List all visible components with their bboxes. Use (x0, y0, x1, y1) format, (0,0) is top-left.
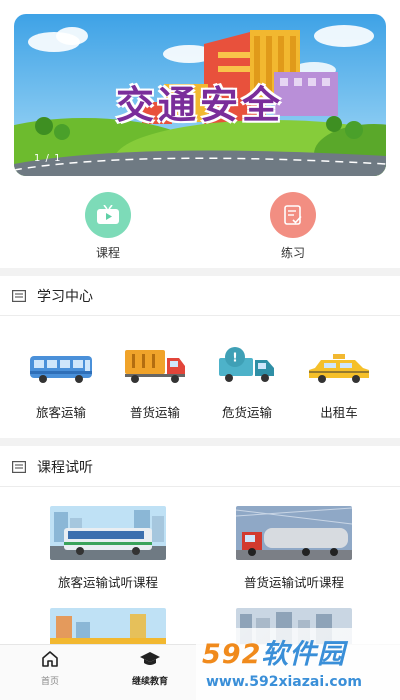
tv-icon (85, 192, 131, 238)
tab-home[interactable]: 首页 (10, 651, 90, 687)
watermark-logo-number: 592 (202, 639, 262, 670)
watermark-logo: 592软件园 (202, 632, 345, 671)
section-title: 课程试听 (37, 459, 93, 476)
course-trial-header: 课程试听 (0, 447, 400, 487)
banner-carousel[interactable]: 交通安全 1 / 1 (14, 14, 386, 176)
list-icon (12, 289, 26, 302)
study-center-header: 学习中心 (0, 276, 400, 316)
taxi-icon (294, 340, 384, 384)
quick-item-label: 课程 (95, 246, 120, 260)
study-item-passenger[interactable]: 旅客运输 (16, 340, 106, 421)
graduation-cap-icon (140, 652, 160, 665)
section-divider (0, 438, 400, 446)
checklist-icon (270, 192, 316, 238)
quick-item-course[interactable]: 课程 (68, 192, 148, 261)
app-screen: 交通安全 1 / 1 课程 练习 学习中心 旅客运输 普货运输 ! 危货运输 出… (0, 0, 400, 700)
study-item-hazardous[interactable]: ! 危货运输 (202, 340, 292, 421)
banner-title: 交通安全 (115, 83, 284, 127)
course-thumbnail (50, 506, 166, 560)
study-item-general-cargo[interactable]: 普货运输 (110, 340, 200, 421)
quick-item-practice[interactable]: 练习 (253, 192, 333, 261)
study-center-grid: 旅客运输 普货运输 ! 危货运输 出租车 (0, 330, 400, 430)
svg-text:!: ! (232, 351, 237, 365)
quick-item-label: 练习 (280, 246, 305, 260)
course-card-passenger[interactable]: 旅客运输试听课程 (8, 506, 208, 591)
study-item-taxi[interactable]: 出租车 (294, 340, 384, 421)
study-item-label: 旅客运输 (35, 405, 86, 420)
study-item-label: 普货运输 (129, 405, 180, 420)
course-title: 旅客运输试听课程 (57, 575, 158, 590)
watermark-logo-text: 软件园 (261, 639, 346, 670)
study-item-label: 出租车 (320, 405, 358, 420)
home-icon (42, 651, 58, 667)
study-item-label: 危货运输 (221, 405, 272, 420)
cargo-truck-icon (110, 340, 200, 384)
quick-entries: 课程 练习 (0, 192, 400, 264)
tab-label: 继续教育 (131, 677, 168, 687)
watermark-url: www.592xiazai.com (206, 674, 362, 690)
site-watermark: 592软件园 www.592xiazai.com (196, 628, 400, 700)
course-thumbnail (236, 506, 352, 560)
list-icon (12, 460, 26, 473)
section-title: 学习中心 (37, 288, 93, 305)
banner-page-counter: 1 / 1 (34, 153, 62, 164)
course-title: 普货运输试听课程 (243, 575, 344, 590)
bus-icon (16, 340, 106, 384)
tab-label: 首页 (40, 677, 59, 687)
course-card-general-cargo[interactable]: 普货运输试听课程 (194, 506, 394, 591)
tab-continuing-education[interactable]: 继续教育 (110, 651, 190, 687)
hazard-truck-icon: ! (202, 340, 292, 384)
section-divider (0, 268, 400, 276)
